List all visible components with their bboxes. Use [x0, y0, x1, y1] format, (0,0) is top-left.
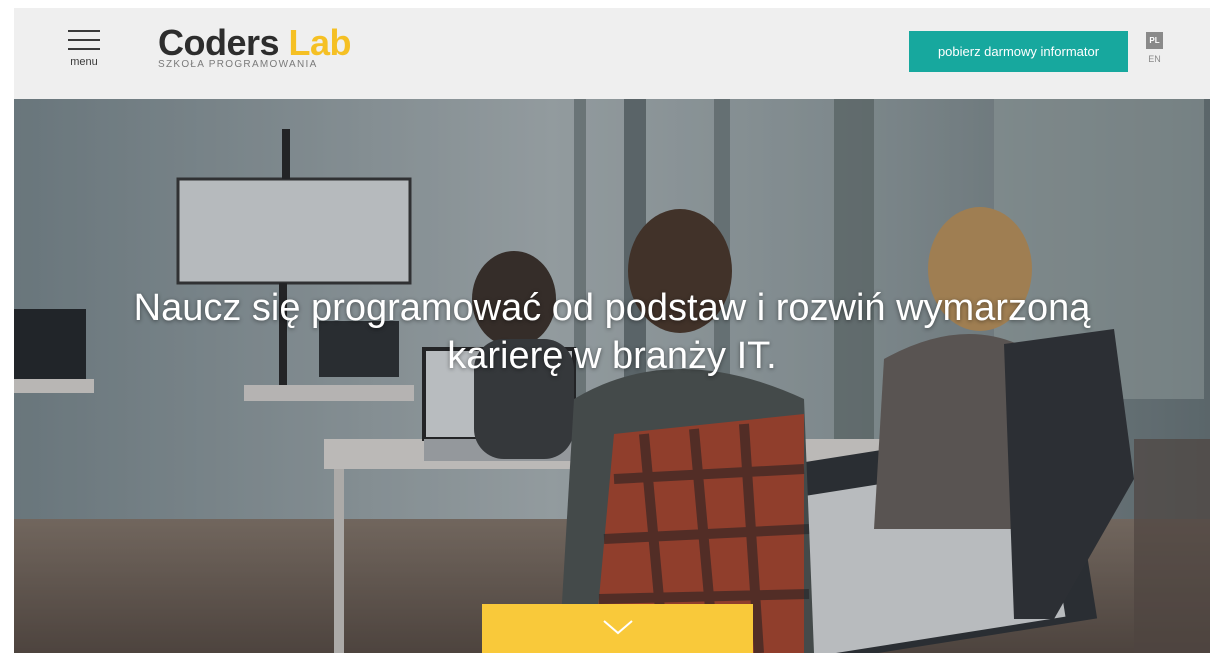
hamburger-icon: [68, 30, 100, 32]
logo-word-coders: Coders: [158, 22, 280, 63]
download-brochure-button[interactable]: pobierz darmowy informator: [909, 31, 1128, 72]
hamburger-icon-bar: [68, 48, 100, 50]
hero-headline: Naucz się programować od podstaw i rozwi…: [133, 287, 1091, 378]
language-en[interactable]: EN: [1146, 54, 1163, 64]
hero-section: Naucz się programować od podstaw i rozwi…: [14, 99, 1210, 653]
site-header: menu Coders Lab SZKOŁA PROGRAMOWANIA pob…: [14, 8, 1210, 99]
scroll-down-button[interactable]: [482, 604, 753, 653]
chevron-down-icon: [603, 620, 633, 635]
logo[interactable]: Coders Lab SZKOŁA PROGRAMOWANIA: [158, 22, 352, 84]
language-switcher: PL EN: [1146, 32, 1168, 64]
logo-word-lab: Lab: [288, 22, 352, 63]
hamburger-icon-bar: [68, 39, 100, 41]
menu-button[interactable]: menu: [66, 24, 102, 84]
menu-label: menu: [70, 56, 98, 68]
language-pl[interactable]: PL: [1146, 32, 1163, 49]
